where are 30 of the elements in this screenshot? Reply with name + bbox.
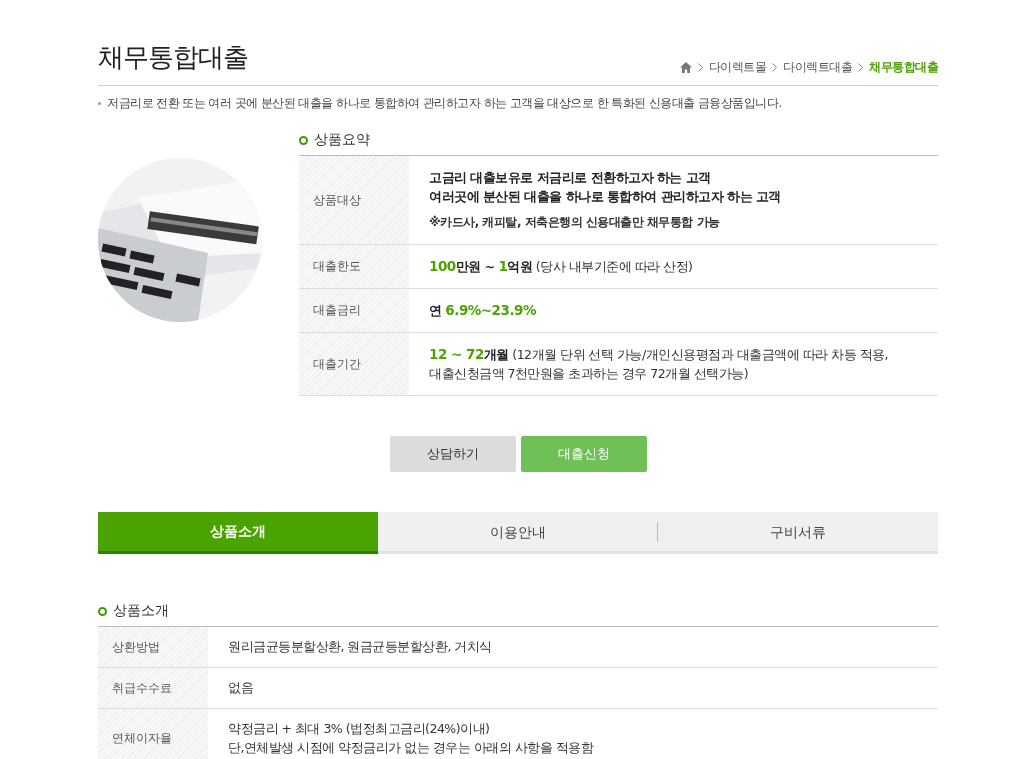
ring-bullet-icon bbox=[98, 606, 107, 616]
row-label: 대출기간 bbox=[299, 333, 409, 395]
tab[interactable]: 구비서류 bbox=[658, 512, 938, 554]
description-text: 저금리로 전환 또는 여러 곳에 분산된 대출을 하나로 통합하여 관리하고자 하는 고객을 대상으로 한 특화된 신용대출 금융상품입니다. bbox=[107, 96, 782, 111]
row-label: 대출한도 bbox=[299, 245, 409, 288]
row-label: 상환방법 bbox=[98, 627, 208, 667]
row-value: 연 6.9%~23.9% bbox=[428, 301, 536, 320]
row-label: 대출금리 bbox=[299, 289, 409, 332]
chevron-icon bbox=[772, 63, 777, 72]
consult-button[interactable]: 상담하기 bbox=[389, 436, 516, 472]
bullet-icon bbox=[98, 102, 101, 105]
row-label: 연체이자율 bbox=[98, 709, 208, 759]
row-value: 원리금균등분할상환, 원금균등분할상환, 거치식 bbox=[227, 638, 492, 656]
section-heading: 상품요약 bbox=[314, 131, 370, 149]
row-label: 상품대상 bbox=[299, 156, 409, 244]
section-heading: 상품소개 bbox=[113, 602, 169, 620]
page-title: 채무통합대출 bbox=[98, 41, 248, 74]
tab[interactable]: 이용안내 bbox=[377, 512, 658, 554]
row-value: 100만원 ~ 1억원 (당사 내부기준에 따라 산정) bbox=[428, 257, 693, 276]
row-value: 12 ~ 72개월 (12개월 단위 선택 가능/개인신용평점과 대출금액에 따라 차등 적용, 대출신청금액 7천만원을 초과하는 경우 72개월 선택가능) bbox=[428, 345, 889, 383]
row-value: 고금리 대출보유로 저금리로 전환하고자 하는 고객 여러곳에 분산된 대출을 하나로 통합하여 관리하고자 하는 고객 ※카드사, 캐피탈, 저축은행의 신용대출만 채무통합 가능 bbox=[428, 169, 781, 231]
row-label: 취급수수료 bbox=[98, 668, 208, 708]
breadcrumb-link[interactable]: 다이렉트몰 bbox=[708, 60, 766, 75]
breadcrumb-link[interactable]: 다이렉트대출 bbox=[783, 60, 852, 75]
row-value: 없음 bbox=[227, 679, 253, 697]
home-icon[interactable] bbox=[679, 62, 692, 73]
row-value: 약정금리 + 최대 3% (법정최고금리(24%)이내) 단,연체발생 시점에 약정금리가 없는 경우는 아래의 사항을 적용함 bbox=[227, 720, 594, 757]
ring-bullet-icon bbox=[299, 135, 308, 145]
chevron-icon bbox=[697, 63, 703, 72]
chevron-icon bbox=[858, 63, 863, 72]
